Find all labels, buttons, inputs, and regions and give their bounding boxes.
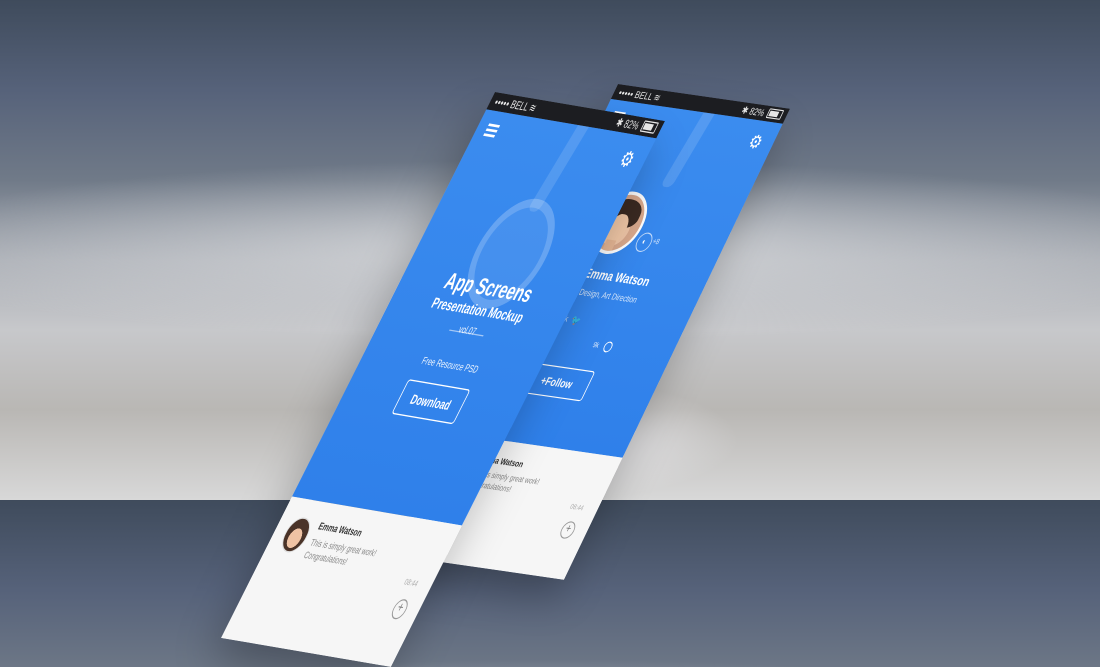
wifi-icon: ≋: [526, 101, 539, 115]
comment-card: Emma Watson This is simply great work! C…: [220, 496, 462, 667]
download-button[interactable]: Download: [391, 379, 471, 425]
comment-author: Emma Watson: [316, 520, 365, 539]
battery-icon: [765, 108, 785, 120]
gear-icon[interactable]: ⚙: [745, 131, 767, 153]
twitter-icon[interactable]: 🐦: [569, 315, 583, 328]
gear-icon[interactable]: ⚙: [615, 147, 639, 173]
battery-percent: 82%: [747, 105, 767, 119]
hamburger-menu-icon[interactable]: [483, 123, 501, 138]
comment-time: 08:44: [568, 503, 585, 513]
dribbble-icon[interactable]: [601, 341, 615, 353]
plus-circle-icon[interactable]: +: [388, 598, 411, 621]
tagline: Free Resource PSD: [419, 354, 481, 376]
comment-time: 08:44: [402, 578, 420, 589]
lens-handle-decoration: [660, 112, 715, 188]
battery-icon: [639, 120, 660, 134]
plus-circle-icon[interactable]: +: [557, 520, 579, 540]
battery-percent: 82%: [621, 117, 642, 133]
signal-icon: ●●●●●: [492, 98, 511, 109]
comment-text: This is simply great work! Congratulatio…: [301, 536, 379, 568]
wifi-icon: ≋: [651, 91, 663, 104]
dribbble-count: 9k: [591, 341, 601, 350]
signal-icon: ●●●●●: [617, 90, 635, 99]
